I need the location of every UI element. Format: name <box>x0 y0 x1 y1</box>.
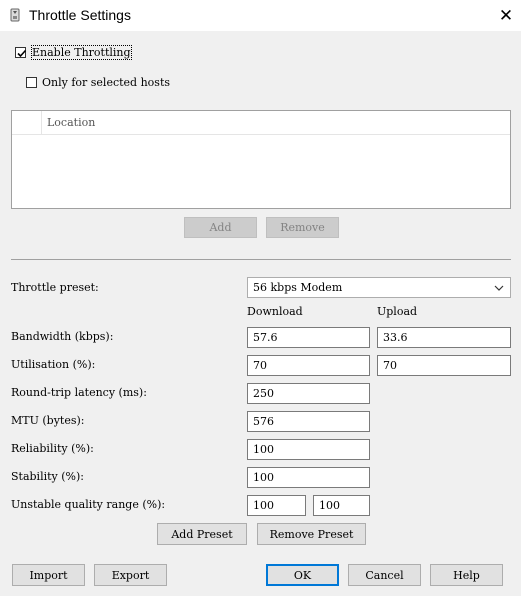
download-column-header: Download <box>247 305 303 318</box>
export-button[interactable]: Export <box>94 564 167 586</box>
utilisation-download-input[interactable]: 70 <box>247 355 370 376</box>
fiddler-app-icon <box>10 8 20 22</box>
chevron-down-icon <box>494 285 504 291</box>
reliability-input[interactable]: 100 <box>247 439 370 460</box>
help-button[interactable]: Help <box>430 564 503 586</box>
checkbox-box[interactable] <box>15 47 27 58</box>
mtu-label: MTU (bytes): <box>11 414 85 427</box>
import-button[interactable]: Import <box>12 564 85 586</box>
close-icon[interactable]: ✕ <box>494 4 518 28</box>
remove-preset-button[interactable]: Remove Preset <box>257 523 366 545</box>
selected-hosts-checkbox[interactable]: Only for selected hosts <box>26 76 196 90</box>
reliability-label: Reliability (%): <box>11 442 94 455</box>
location-column-header[interactable]: Location <box>42 111 510 135</box>
throttle-preset-label: Throttle preset: <box>11 281 99 294</box>
throttle-preset-value: 56 kbps Modem <box>253 281 343 294</box>
title-bar: Throttle Settings ✕ <box>0 0 521 31</box>
enable-throttling-checkbox[interactable]: Enable Throttling <box>15 45 145 60</box>
utilisation-upload-input[interactable]: 70 <box>377 355 511 376</box>
enable-throttling-label: Enable Throttling <box>31 45 132 60</box>
table-corner-cell <box>12 111 42 135</box>
upload-column-header: Upload <box>377 305 418 318</box>
bandwidth-upload-input[interactable]: 33.6 <box>377 327 511 348</box>
bandwidth-label: Bandwidth (kbps): <box>11 330 114 343</box>
latency-input[interactable]: 250 <box>247 383 370 404</box>
section-divider <box>11 259 511 260</box>
unstable-range-max-input[interactable]: 100 <box>313 495 370 516</box>
unstable-range-label: Unstable quality range (%): <box>11 498 166 511</box>
cancel-button[interactable]: Cancel <box>348 564 421 586</box>
selected-hosts-label: Only for selected hosts <box>42 76 171 89</box>
latency-label: Round-trip latency (ms): <box>11 386 147 399</box>
bandwidth-download-input[interactable]: 57.6 <box>247 327 370 348</box>
utilisation-label: Utilisation (%): <box>11 358 96 371</box>
ok-button[interactable]: OK <box>266 564 339 586</box>
checkmark-icon <box>17 49 27 58</box>
add-host-button[interactable]: Add <box>184 217 257 238</box>
checkbox-box[interactable] <box>26 77 37 88</box>
mtu-input[interactable]: 576 <box>247 411 370 432</box>
window-title: Throttle Settings <box>29 7 131 23</box>
add-preset-button[interactable]: Add Preset <box>157 523 247 545</box>
remove-host-button[interactable]: Remove <box>266 217 339 238</box>
stability-input[interactable]: 100 <box>247 467 370 488</box>
stability-label: Stability (%): <box>11 470 84 483</box>
unstable-range-min-input[interactable]: 100 <box>247 495 306 516</box>
throttle-preset-dropdown[interactable]: 56 kbps Modem <box>247 277 511 298</box>
hosts-table[interactable]: Location <box>11 110 511 209</box>
